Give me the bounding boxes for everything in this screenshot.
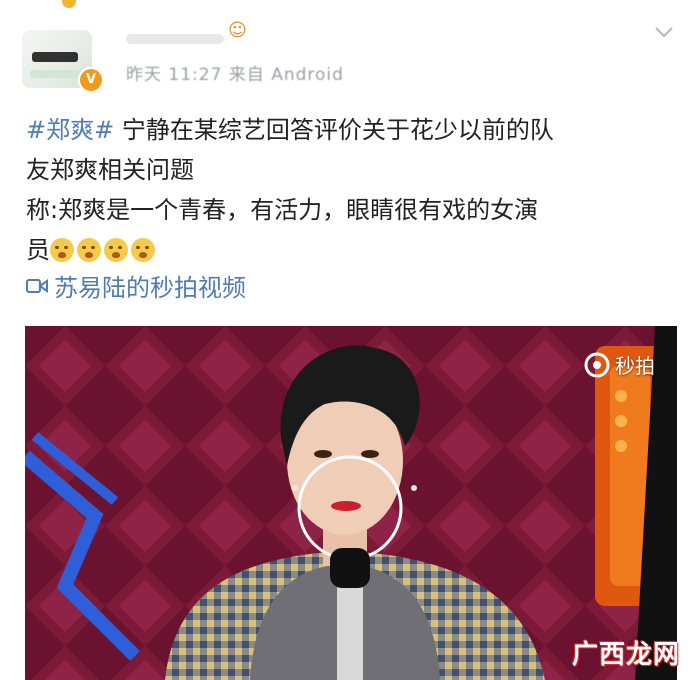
post-header: V ☺ 昨天 11:27 来自 Android <box>0 0 700 100</box>
watermark: 广西龙网 <box>572 640 681 670</box>
camera-icon <box>584 352 610 377</box>
avatar-blur <box>32 52 78 62</box>
post-meta: 昨天 11:27 来自 Android <box>126 65 344 85</box>
post-line-4: 员 <box>26 230 686 270</box>
miaopai-text: 秒拍 <box>615 354 655 378</box>
username-redacted[interactable] <box>126 34 224 44</box>
post-line-2: 友郑爽相关问题 <box>26 156 194 184</box>
video-link[interactable]: 苏易陆的秒拍视频 <box>26 268 246 303</box>
video-camera-icon <box>26 278 48 293</box>
crying-face-icon <box>104 238 128 262</box>
video-frame <box>25 326 677 680</box>
chevron-down-icon[interactable] <box>654 22 674 42</box>
post-line-1: #郑爽# 宁静在某综艺回答评价关于花少以前的队 <box>26 110 686 150</box>
user-emoji-icon: ☺ <box>228 20 247 41</box>
post-text-1: 宁静在某综艺回答评价关于花少以前的队 <box>121 116 554 144</box>
video-player[interactable]: 秒拍 <box>25 326 677 680</box>
crying-face-icon <box>131 238 155 262</box>
badge-decoration <box>62 0 76 8</box>
post-body: #郑爽# 宁静在某综艺回答评价关于花少以前的队 友郑爽相关问题 称:郑爽是一个青… <box>26 110 686 270</box>
miaopai-label: 秒拍 <box>583 350 655 379</box>
avatar-blur-2 <box>30 70 82 78</box>
crying-face-icon <box>77 238 101 262</box>
hashtag-link[interactable]: #郑爽# <box>26 116 114 144</box>
crying-face-icon <box>50 238 74 262</box>
post-text-4: 员 <box>26 236 50 264</box>
video-link-label: 苏易陆的秒拍视频 <box>54 274 246 302</box>
verified-badge: V <box>78 67 104 93</box>
post-line-3: 称:郑爽是一个青春，有活力，眼睛很有戏的女演 <box>26 196 539 224</box>
